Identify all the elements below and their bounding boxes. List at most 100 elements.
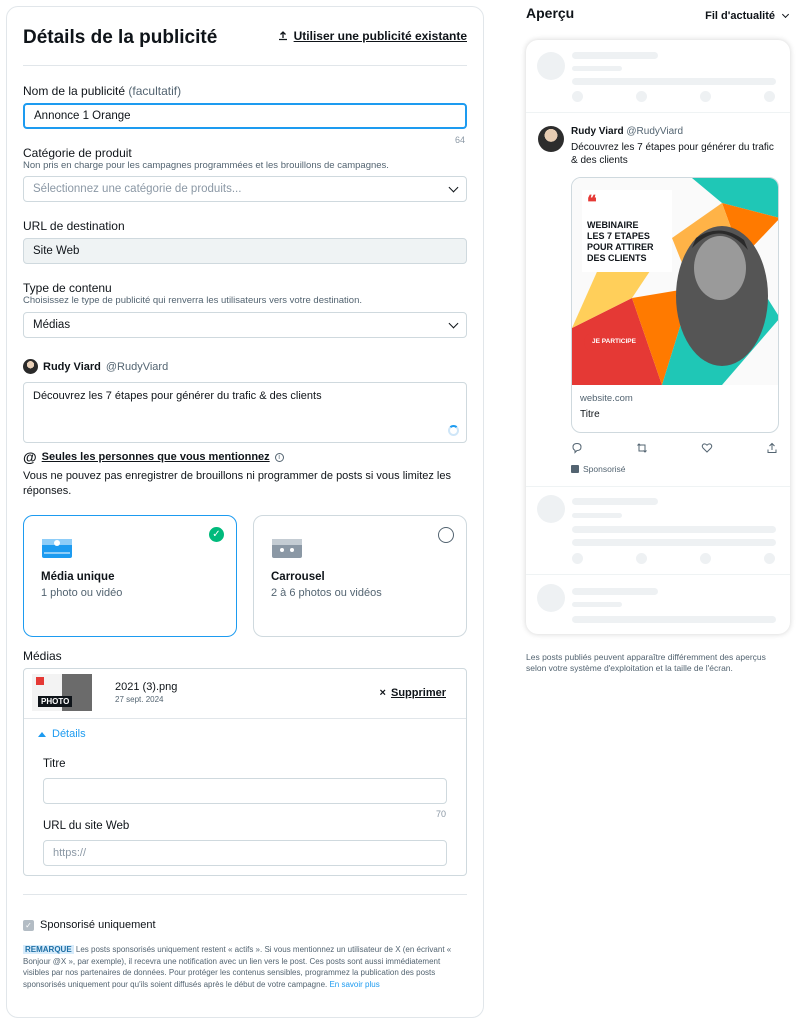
selected-check-icon: ✓ (209, 527, 224, 542)
skeleton-line (572, 588, 658, 595)
post-header: Rudy Viard @RudyViard (571, 126, 683, 137)
ad-card-title: Titre (580, 409, 600, 420)
post-text-input[interactable]: Découvrez les 7 étapes pour générer du t… (23, 382, 467, 443)
upload-icon (278, 31, 287, 41)
sponsored-only-checkbox[interactable]: ✓ Sponsorisé uniquement (23, 919, 156, 931)
info-icon[interactable]: i (274, 452, 284, 462)
skeleton-line (572, 513, 622, 518)
author-handle: @RudyViard (105, 360, 169, 373)
destination-value: Site Web (33, 245, 80, 257)
skeleton-dot (636, 91, 647, 102)
skeleton-avatar (537, 584, 565, 612)
ad-headline: WEBINAIRE LES 7 ETAPES POUR ATTIRER DES … (587, 220, 654, 263)
panel-title: Détails de la publicité (23, 27, 218, 48)
content-type-sub: Choisissez le type de publicité qui renv… (23, 295, 362, 306)
post-author: Rudy Viard @RudyViard (23, 359, 168, 374)
skeleton-avatar (537, 52, 565, 80)
preview-phone: Rudy Viard @RudyViard Découvrez les 7 ét… (526, 40, 790, 634)
skeleton-line (572, 526, 776, 533)
skeleton-dot (572, 91, 583, 102)
post-actions (571, 442, 779, 456)
divider (24, 718, 466, 719)
at-icon: @ (23, 449, 37, 465)
chevron-down-icon (448, 182, 459, 192)
sponsored-label: Sponsorisé (571, 464, 626, 474)
skeleton-line (572, 602, 622, 607)
divider (526, 574, 790, 575)
like-icon[interactable] (701, 442, 713, 454)
format-card-title: Carrousel (271, 571, 325, 583)
product-category-sub: Non pris en charge pour les campagnes pr… (23, 160, 389, 171)
skeleton-dot (764, 91, 775, 102)
card-title-input[interactable] (43, 778, 447, 804)
content-type-value: Médias (33, 319, 71, 331)
reply-settings[interactable]: @ Seules les personnes que vous mentionn… (23, 449, 284, 465)
format-card-carousel[interactable]: Carrousel 2 à 6 photos ou vidéos (253, 515, 467, 637)
website-url-input[interactable]: https:// (43, 840, 447, 866)
format-card-single-media[interactable]: ✓ Média unique 1 photo ou vidéo (23, 515, 237, 637)
ad-image: ❝ WEBINAIRE LES 7 ETAPES POUR ATTIRER DE… (572, 178, 778, 385)
content-type-label: Type de contenu (23, 281, 112, 295)
carousel-icon (272, 539, 302, 558)
use-existing-ad-button[interactable]: Utiliser une publicité existante (278, 29, 467, 43)
note-text: Les posts sponsorisés uniquement restent… (23, 945, 452, 989)
ad-artwork (572, 178, 778, 385)
ad-name-input[interactable]: Annonce 1 Orange (23, 103, 467, 129)
post-text: Découvrez les 7 étapes pour générer du t… (571, 142, 774, 166)
ad-name-counter: 64 (455, 135, 466, 145)
chevron-down-icon (781, 10, 790, 18)
post-author-handle: @RudyViard (626, 126, 684, 137)
skeleton-line (572, 66, 622, 71)
reply-settings-label: Seules les personnes que vous mentionnez (41, 451, 270, 463)
ad-domain: website.com (580, 393, 633, 404)
single-media-icon (42, 539, 72, 558)
media-box: PHOTO 2021 (3).png 27 sept. 2024 × Suppr… (23, 668, 467, 876)
checkbox-icon: ✓ (23, 919, 34, 931)
photo-tag: PHOTO (38, 696, 73, 707)
quote-icon: ❝ (587, 192, 597, 212)
media-thumbnail: PHOTO (32, 674, 92, 711)
reply-icon[interactable] (571, 442, 583, 454)
divider (23, 65, 467, 66)
card-title-counter: 70 (436, 809, 447, 819)
website-url-label: URL du site Web (43, 820, 130, 832)
card-title-label: Titre (43, 758, 66, 770)
skeleton-line (572, 539, 776, 546)
preview-title: Aperçu (526, 5, 575, 21)
ad-name-value: Annonce 1 Orange (34, 110, 131, 122)
caret-up-icon (38, 731, 46, 737)
author-name: Rudy Viard (43, 360, 101, 373)
skeleton-dot (572, 553, 583, 564)
product-category-select[interactable]: Sélectionnez une catégorie de produits..… (23, 176, 467, 202)
details-toggle[interactable]: Détails (38, 728, 86, 740)
sponsored-icon (571, 465, 579, 473)
share-icon[interactable] (766, 442, 778, 454)
divider (23, 894, 467, 895)
ad-cta-button: JE PARTICIPE (592, 338, 636, 345)
ad-name-label: Nom de la publicité (facultatif) (23, 84, 182, 98)
chevron-down-icon (448, 318, 459, 328)
delete-media-button[interactable]: × Supprimer (380, 687, 446, 699)
reply-warning: Vous ne pouvez pas enregistrer de brouil… (23, 470, 451, 497)
ad-media-card[interactable]: ❝ WEBINAIRE LES 7 ETAPES POUR ATTIRER DE… (571, 177, 779, 433)
skeleton-avatar (537, 495, 565, 523)
product-category-label: Catégorie de produit (23, 146, 132, 160)
use-existing-ad-label: Utiliser une publicité existante (293, 29, 467, 43)
sponsored-only-label: Sponsorisé uniquement (40, 919, 156, 931)
details-label: Détails (52, 728, 86, 740)
close-icon: × (379, 687, 386, 699)
sponsored-text: Sponsorisé (583, 464, 626, 474)
learn-more-link[interactable]: En savoir plus (329, 980, 379, 989)
loading-spinner-icon (448, 425, 459, 436)
skeleton-line (572, 78, 776, 85)
note-badge: REMARQUE (23, 945, 74, 954)
sponsored-note: REMARQUE Les posts sponsorisés uniquemen… (23, 944, 463, 990)
content-type-select[interactable]: Médias (23, 312, 467, 338)
radio-button[interactable] (438, 527, 454, 543)
skeleton-dot (636, 553, 647, 564)
post-author-name: Rudy Viard (571, 126, 624, 137)
retweet-icon[interactable] (636, 442, 648, 454)
skeleton-dot (764, 553, 775, 564)
website-url-placeholder: https:// (53, 847, 87, 859)
feed-selector[interactable]: Fil d'actualité (705, 10, 790, 22)
